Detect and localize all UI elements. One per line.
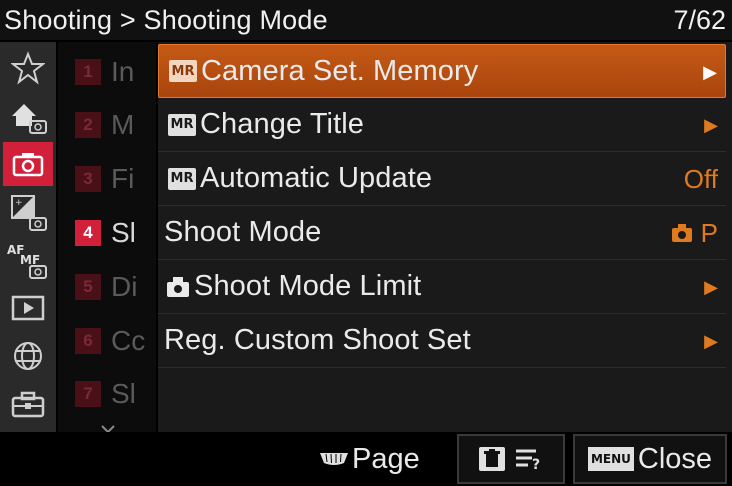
setting-value: P bbox=[700, 217, 718, 248]
svg-text:+: + bbox=[15, 198, 23, 208]
menu-item-label: Reg. Custom Shoot Set bbox=[164, 324, 471, 356]
home-camera-icon bbox=[12, 104, 47, 134]
help-menu-icon: ? bbox=[516, 449, 540, 471]
subcategory-label: Fi bbox=[111, 163, 135, 194]
menu-item-shoot-mode[interactable]: Shoot Mode P bbox=[158, 206, 726, 260]
subcategory-number: 1 bbox=[75, 59, 101, 85]
menu-item-camera-set-memory[interactable]: MR Camera Set. Memory ▶ bbox=[158, 44, 726, 98]
mr-icon: MR bbox=[168, 113, 196, 136]
subcategory-label: M bbox=[111, 109, 135, 140]
mr-icon: MR bbox=[168, 167, 196, 190]
subcategory-item[interactable]: 1 In bbox=[58, 46, 156, 98]
menu-item-label: Shoot Mode Limit bbox=[194, 270, 422, 302]
setting-value: Off bbox=[683, 163, 718, 194]
submenu-arrow-icon: ▶ bbox=[704, 330, 718, 351]
subcategory-number: 6 bbox=[75, 328, 101, 354]
subcategory-item[interactable]: 6 Cc bbox=[58, 315, 156, 367]
close-button[interactable]: MENU Close bbox=[573, 434, 727, 484]
globe-icon bbox=[14, 342, 42, 370]
subcategory-list: 1 In 2 M 3 Fi 4 Sl 5 Di 6 Cc 7 Sl bbox=[58, 42, 156, 432]
subcategory-label: In bbox=[111, 56, 135, 87]
header-bar: Shooting > Shooting Mode 7/62 bbox=[0, 0, 732, 40]
subcategory-item[interactable]: 2 M bbox=[58, 99, 156, 151]
subcategory-number: 7 bbox=[75, 381, 101, 407]
sidebar-item-main[interactable] bbox=[3, 94, 53, 138]
menu-item-automatic-update[interactable]: MR Automatic Update Off bbox=[158, 152, 726, 206]
mr-icon: MR bbox=[169, 60, 197, 82]
delete-help-button[interactable]: ? bbox=[457, 434, 565, 484]
menu-item-label: Automatic Update bbox=[200, 162, 433, 194]
sidebar-item-shooting[interactable] bbox=[3, 142, 53, 186]
menu-item-label: Shoot Mode bbox=[164, 216, 322, 248]
setting-value-group: P bbox=[671, 206, 718, 260]
camera-icon bbox=[167, 276, 189, 297]
subcategory-number: 3 bbox=[75, 166, 101, 192]
subcategory-label: Sl bbox=[111, 217, 136, 248]
subcategory-item[interactable]: 3 Fi bbox=[58, 153, 156, 205]
subcategory-label: Di bbox=[111, 271, 138, 302]
menu-item-label: Camera Set. Memory bbox=[201, 54, 479, 87]
subcategory-number: 4 bbox=[75, 220, 101, 246]
sidebar-item-focus[interactable]: AF MF bbox=[3, 238, 53, 282]
exposure-camera-icon: + bbox=[11, 195, 47, 231]
star-icon bbox=[11, 51, 45, 85]
toolbox-icon bbox=[11, 391, 45, 418]
menu-key-icon: MENU bbox=[587, 447, 634, 471]
submenu-arrow-icon: ▶ bbox=[704, 114, 718, 135]
subcategory-number: 5 bbox=[75, 274, 101, 300]
menu-item-label: Change Title bbox=[200, 108, 365, 140]
svg-text:?: ? bbox=[532, 457, 540, 471]
submenu-arrow-icon: ▶ bbox=[704, 276, 718, 297]
trash-icon bbox=[479, 447, 505, 471]
camera-icon bbox=[671, 224, 692, 242]
page-indicator: 7/62 bbox=[673, 4, 726, 35]
category-sidebar: + AF MF bbox=[0, 42, 56, 432]
menu-item-shoot-mode-limit[interactable]: Shoot Mode Limit ▶ bbox=[158, 260, 726, 314]
menu-item-change-title[interactable]: MR Change Title ▶ bbox=[158, 98, 726, 152]
menu-item-reg-custom-shoot-set[interactable]: Reg. Custom Shoot Set ▶ bbox=[158, 314, 726, 368]
sidebar-item-exposure[interactable]: + bbox=[3, 190, 53, 234]
dial-icon bbox=[320, 453, 348, 465]
sidebar-item-playback[interactable] bbox=[3, 286, 53, 330]
subcategory-number: 2 bbox=[75, 112, 101, 138]
mf-text: MF bbox=[20, 253, 40, 267]
sidebar-item-favorites[interactable] bbox=[3, 46, 53, 90]
subcategory-label: Cc bbox=[111, 325, 146, 356]
page-button[interactable]: Page bbox=[318, 438, 420, 480]
page-label: Page bbox=[352, 442, 420, 475]
footer-bar: Page ? MENU Close bbox=[0, 432, 732, 486]
subcategory-item-active[interactable]: 4 Sl bbox=[58, 207, 156, 259]
subcategory-item[interactable]: 5 Di bbox=[58, 261, 156, 313]
sidebar-item-setup[interactable] bbox=[3, 382, 53, 426]
submenu-arrow-icon: ▶ bbox=[703, 61, 717, 82]
breadcrumb: Shooting > Shooting Mode bbox=[4, 4, 328, 35]
close-label: Close bbox=[637, 442, 713, 475]
menu-list: MR Camera Set. Memory ▶ MR Change Title … bbox=[158, 42, 732, 432]
subcategory-label: Sl bbox=[111, 378, 136, 409]
playback-icon bbox=[11, 295, 45, 321]
sidebar-item-network[interactable] bbox=[3, 334, 53, 378]
subcategory-item[interactable]: 7 Sl bbox=[58, 368, 156, 420]
camera-icon bbox=[12, 153, 44, 177]
af-mf-camera-icon: AFMF bbox=[7, 243, 47, 279]
